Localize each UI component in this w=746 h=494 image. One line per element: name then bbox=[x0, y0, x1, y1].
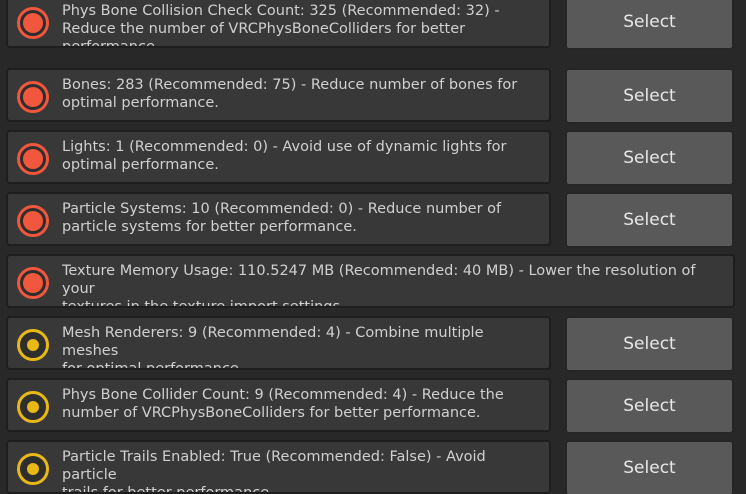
validation-message-box: Lights: 1 (Recommended: 0) - Avoid use o… bbox=[6, 130, 551, 184]
select-button[interactable]: Select bbox=[565, 0, 734, 50]
validation-row: Lights: 1 (Recommended: 0) - Avoid use o… bbox=[6, 130, 746, 188]
validation-row: Particle Systems: 10 (Recommended: 0) - … bbox=[6, 192, 746, 250]
validation-message-box: Mesh Renderers: 9 (Recommended: 4) - Com… bbox=[6, 316, 551, 370]
validation-message: Particle Systems: 10 (Recommended: 0) - … bbox=[62, 201, 502, 235]
validation-message-box: Particle Systems: 10 (Recommended: 0) - … bbox=[6, 192, 551, 246]
validation-message-box: Bones: 283 (Recommended: 75) - Reduce nu… bbox=[6, 68, 551, 122]
select-button[interactable]: Select bbox=[565, 316, 734, 372]
validation-message: Bones: 283 (Recommended: 75) - Reduce nu… bbox=[62, 77, 518, 111]
warning-icon bbox=[17, 329, 49, 361]
validation-message: Phys Bone Collider Count: 9 (Recommended… bbox=[62, 387, 504, 421]
validation-row: Bones: 283 (Recommended: 75) - Reduce nu… bbox=[6, 68, 746, 126]
select-button[interactable]: Select bbox=[565, 130, 734, 186]
validation-row: Phys Bone Collision Check Count: 325 (Re… bbox=[6, 0, 746, 52]
validation-row: Texture Memory Usage: 110.5247 MB (Recom… bbox=[6, 254, 746, 312]
validation-row: Mesh Renderers: 9 (Recommended: 4) - Com… bbox=[6, 316, 746, 374]
error-icon bbox=[17, 205, 49, 237]
validation-message-box: Phys Bone Collider Count: 9 (Recommended… bbox=[6, 378, 551, 432]
error-icon bbox=[17, 143, 49, 175]
warning-icon bbox=[17, 453, 49, 485]
error-icon bbox=[17, 81, 49, 113]
validation-message: Lights: 1 (Recommended: 0) - Avoid use o… bbox=[62, 139, 507, 173]
validation-message-box: Texture Memory Usage: 110.5247 MB (Recom… bbox=[6, 254, 735, 308]
validation-message: Texture Memory Usage: 110.5247 MB (Recom… bbox=[62, 263, 696, 308]
select-button[interactable]: Select bbox=[565, 440, 734, 494]
select-button[interactable]: Select bbox=[565, 192, 734, 248]
error-icon bbox=[17, 267, 49, 299]
validation-row: Particle Trails Enabled: True (Recommend… bbox=[6, 440, 746, 494]
select-button[interactable]: Select bbox=[565, 378, 734, 434]
validation-message-box: Phys Bone Collision Check Count: 325 (Re… bbox=[6, 0, 551, 48]
error-icon bbox=[17, 7, 49, 39]
validation-row: Phys Bone Collider Count: 9 (Recommended… bbox=[6, 378, 746, 436]
select-button[interactable]: Select bbox=[565, 68, 734, 124]
validation-message: Particle Trails Enabled: True (Recommend… bbox=[62, 449, 486, 494]
warning-icon bbox=[17, 391, 49, 423]
validation-list: Phys Bone Collision Check Count: 325 (Re… bbox=[0, 0, 746, 494]
validation-message: Mesh Renderers: 9 (Recommended: 4) - Com… bbox=[62, 325, 484, 370]
validation-message-box: Particle Trails Enabled: True (Recommend… bbox=[6, 440, 551, 494]
validation-message: Phys Bone Collision Check Count: 325 (Re… bbox=[62, 3, 500, 48]
